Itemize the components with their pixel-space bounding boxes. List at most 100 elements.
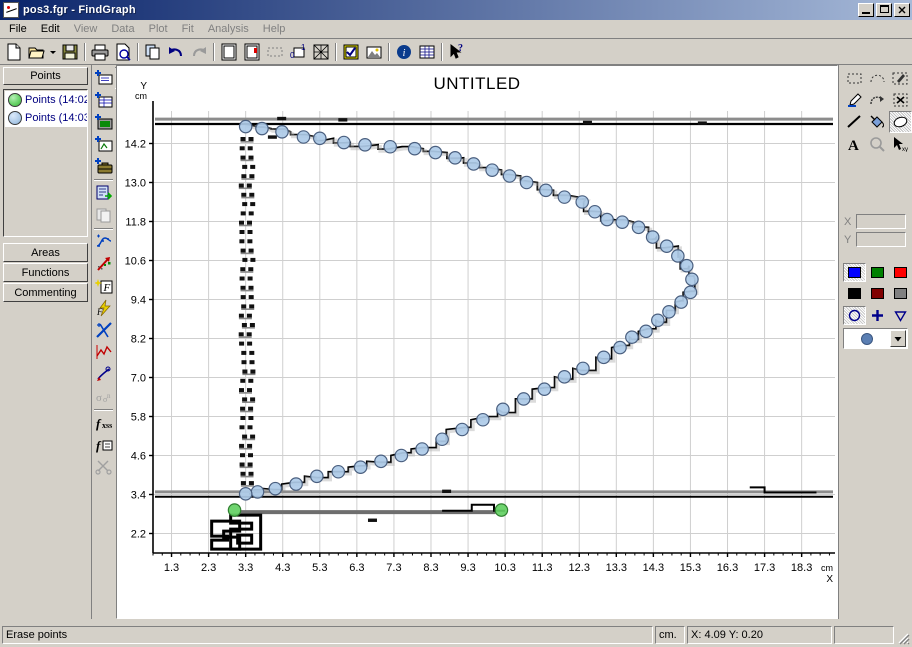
data-point-marker[interactable]: [575, 195, 590, 209]
list-item[interactable]: Points (14:02: [5, 91, 87, 109]
curve-tool[interactable]: [866, 89, 889, 111]
data-point-marker[interactable]: [455, 422, 469, 437]
data-point-marker[interactable]: [600, 212, 614, 227]
freehand-tool[interactable]: [889, 67, 912, 89]
data-point-marker[interactable]: [659, 239, 674, 253]
menu-view[interactable]: View: [67, 21, 105, 37]
data-point-marker[interactable]: [238, 119, 253, 134]
vertical-toolbar[interactable]: F F σ σ n f xss f: [91, 65, 115, 619]
copy-button[interactable]: [141, 41, 164, 63]
data-point-marker[interactable]: [383, 139, 398, 154]
export-data-button[interactable]: [93, 182, 115, 204]
quick-fit-button[interactable]: F: [93, 297, 115, 319]
selection-button[interactable]: [263, 41, 286, 63]
data-point-marker[interactable]: [494, 503, 509, 517]
data-point-marker[interactable]: [557, 190, 572, 204]
areas-button[interactable]: Areas: [3, 243, 88, 262]
f-list-button[interactable]: f: [93, 434, 115, 456]
data-point-marker[interactable]: [312, 131, 327, 146]
color-swatch-red[interactable]: [889, 263, 912, 282]
fx-library-button[interactable]: f xss: [93, 412, 115, 434]
text-tool[interactable]: A: [843, 133, 866, 155]
marker-style-dropdown-arrow[interactable]: [890, 330, 906, 347]
undo-button[interactable]: [164, 41, 187, 63]
data-point-marker[interactable]: [435, 432, 449, 447]
data-point-marker[interactable]: [557, 370, 572, 384]
data-point-marker[interactable]: [625, 330, 639, 344]
color-swatch-gray[interactable]: [889, 284, 912, 303]
data-point-marker[interactable]: [353, 460, 368, 474]
zoom-tool[interactable]: [866, 133, 889, 155]
data-point-marker[interactable]: [685, 272, 699, 287]
data-point-marker[interactable]: [275, 125, 289, 139]
add-window-button[interactable]: [93, 133, 115, 155]
open-dropdown-button[interactable]: [48, 41, 58, 63]
open-document-button[interactable]: [25, 41, 48, 63]
rect-select-tool[interactable]: [843, 67, 866, 89]
fit-function-button[interactable]: F: [93, 275, 115, 297]
data-point-marker[interactable]: [576, 361, 590, 376]
series-list[interactable]: Points (14:02 Points (14:03: [3, 89, 88, 237]
color-swatch-maroon[interactable]: [866, 284, 889, 303]
color-swatch-green[interactable]: [866, 263, 889, 282]
x-coordinate-field[interactable]: [856, 214, 906, 229]
data-point-marker[interactable]: [296, 130, 311, 144]
data-point-marker[interactable]: [466, 157, 481, 171]
data-point-marker[interactable]: [331, 464, 346, 479]
cross-fit-button[interactable]: [93, 319, 115, 341]
data-point-marker[interactable]: [519, 175, 534, 190]
data-point-marker[interactable]: [631, 220, 646, 235]
table-button[interactable]: [415, 41, 438, 63]
data-point-marker[interactable]: [596, 350, 611, 365]
menu-edit[interactable]: Edit: [34, 21, 67, 37]
main-toolbar[interactable]: 0 1 i ?: [0, 39, 912, 64]
menu-data[interactable]: Data: [104, 21, 141, 37]
pointer-xy-tool[interactable]: xy: [889, 133, 912, 155]
save-button[interactable]: [58, 41, 81, 63]
smooth-curve-button[interactable]: [93, 231, 115, 253]
data-point-marker[interactable]: [268, 481, 283, 496]
maximize-button[interactable]: [876, 3, 892, 17]
plot-svg[interactable]: 2.2 3.4 4.6 5.8 7.0 8.2 9.4 10.6 11.8 13.0 14.2 1.3…: [117, 66, 837, 618]
help-pointer-button[interactable]: ?: [445, 41, 468, 63]
scissors-button[interactable]: [93, 456, 115, 478]
data-point-marker[interactable]: [476, 412, 490, 427]
add-archive-button[interactable]: [93, 155, 115, 177]
import-sheet-button[interactable]: [240, 41, 263, 63]
data-point-marker[interactable]: [407, 141, 422, 156]
circle-marker-button[interactable]: [843, 306, 866, 325]
color-swatch-black[interactable]: [843, 284, 866, 303]
functions-button[interactable]: Functions: [3, 263, 88, 282]
info-button[interactable]: i: [392, 41, 415, 63]
wizard-button[interactable]: [339, 41, 362, 63]
eyedropper-tool[interactable]: [843, 89, 866, 111]
print-button[interactable]: [88, 41, 111, 63]
add-screen-button[interactable]: [93, 111, 115, 133]
interpolate-button[interactable]: [93, 253, 115, 275]
menu-file[interactable]: File: [2, 21, 34, 37]
data-point-marker[interactable]: [537, 382, 552, 396]
data-point-marker[interactable]: [227, 503, 242, 517]
minimize-button[interactable]: [858, 3, 874, 17]
data-point-marker[interactable]: [337, 135, 351, 150]
window-title-bar[interactable]: pos3.fgr - FindGraph: [0, 0, 912, 20]
image-button[interactable]: [362, 41, 385, 63]
data-point-marker[interactable]: [615, 215, 630, 229]
triangle-marker-button[interactable]: [889, 306, 912, 325]
print-preview-button[interactable]: [111, 41, 134, 63]
points-tab[interactable]: Points: [3, 67, 88, 85]
lasso-select-tool[interactable]: [866, 67, 889, 89]
data-point-marker[interactable]: [238, 487, 253, 501]
data-point-marker[interactable]: [448, 151, 462, 165]
annotate-button[interactable]: [93, 363, 115, 385]
eraser-tool[interactable]: [889, 111, 912, 133]
delete-selection-tool[interactable]: [889, 89, 912, 111]
data-point-marker[interactable]: [645, 230, 660, 244]
data-point-marker[interactable]: [671, 249, 685, 263]
stat-button[interactable]: σ σ n: [93, 385, 115, 407]
redo-button[interactable]: [187, 41, 210, 63]
line-tool[interactable]: [843, 111, 866, 133]
data-point-marker[interactable]: [289, 477, 303, 491]
data-point-marker[interactable]: [374, 454, 388, 469]
new-sheet-button[interactable]: [217, 41, 240, 63]
